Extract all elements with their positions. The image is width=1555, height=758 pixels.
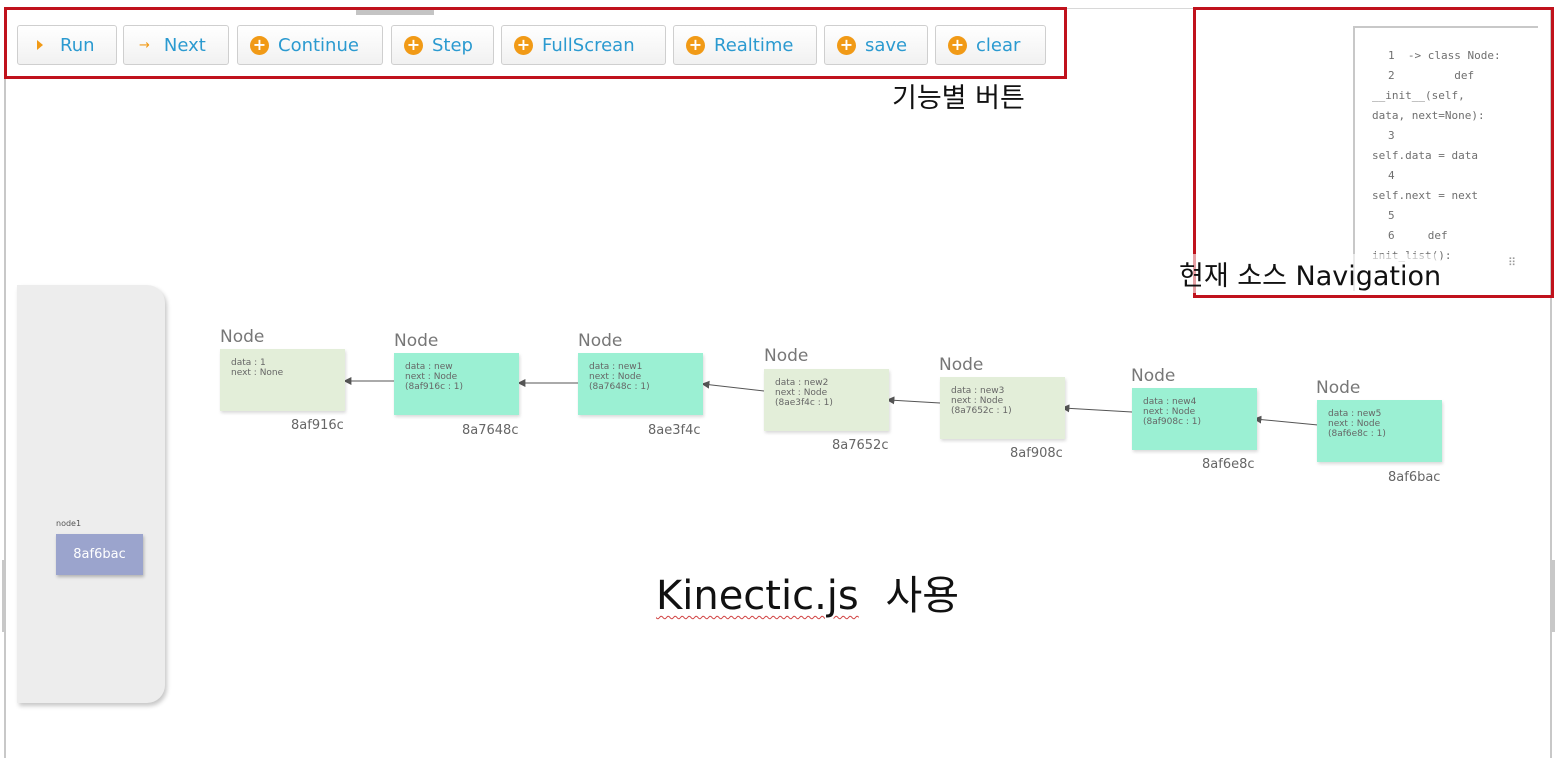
node-next: next : Node	[405, 372, 458, 382]
kinetic-caption: Kinectic.js 사용	[656, 563, 959, 621]
node-next: next : None	[231, 368, 284, 378]
node-address: 8af6bac	[1388, 470, 1441, 485]
node-box[interactable]: data : new5 next : Node (8af6e8c : 1)	[1317, 400, 1442, 462]
node-box[interactable]: data : new2 next : Node (8ae3f4c : 1)	[764, 369, 889, 431]
node-ref: (8ae3f4c : 1)	[775, 398, 833, 408]
node-box[interactable]: data : 1 next : None	[220, 349, 345, 411]
node-next: next : Node	[1328, 419, 1381, 429]
node-address: 8a7648c	[462, 423, 519, 438]
node-box[interactable]: data : new1 next : Node (8a7648c : 1)	[578, 353, 703, 415]
node-box[interactable]: data : new next : Node (8af916c : 1)	[394, 353, 519, 415]
node-box[interactable]: data : new3 next : Node (8a7652c : 1)	[940, 377, 1065, 439]
node-address: 8af916c	[291, 418, 344, 433]
kinetic-caption-rest: 사용	[885, 573, 960, 619]
link-arrow	[1253, 415, 1319, 426]
node-title: Node	[1131, 366, 1176, 386]
node-title: Node	[578, 331, 623, 351]
node-title: Node	[394, 331, 439, 351]
node-data: data : new1	[589, 362, 643, 372]
node-next: next : Node	[1143, 407, 1196, 417]
node-ref: (8af916c : 1)	[405, 382, 464, 392]
link-arrow	[701, 380, 765, 392]
node-next: next : Node	[589, 372, 642, 382]
node-next: next : Node	[951, 396, 1004, 406]
node-title: Node	[1316, 378, 1361, 398]
node-next: next : Node	[775, 388, 828, 398]
node-data: data : new4	[1143, 397, 1197, 407]
node-address: 8a7652c	[832, 438, 889, 453]
node-ref: (8af908c : 1)	[1143, 417, 1202, 427]
node-data: data : new2	[775, 378, 829, 388]
node-box[interactable]: data : new4 next : Node (8af908c : 1)	[1132, 388, 1257, 450]
node-address: 8af908c	[1010, 446, 1063, 461]
kinetic-caption-word: Kinectic.js	[656, 573, 859, 619]
node-title: Node	[764, 346, 809, 366]
node-ref: (8a7652c : 1)	[951, 406, 1012, 416]
node-data: data : new3	[951, 386, 1005, 396]
node-title: Node	[939, 355, 984, 375]
node-address: 8ae3f4c	[648, 423, 701, 438]
node-address: 8af6e8c	[1202, 457, 1255, 472]
node-data: data : new5	[1328, 409, 1382, 419]
link-arrow	[1061, 404, 1133, 413]
node-ref: (8a7648c : 1)	[589, 382, 650, 392]
node-ref: (8af6e8c : 1)	[1328, 429, 1386, 439]
node-data: data : new	[405, 362, 453, 372]
node-data: data : 1	[231, 358, 266, 368]
link-arrow	[886, 396, 941, 405]
node-title: Node	[220, 327, 265, 347]
